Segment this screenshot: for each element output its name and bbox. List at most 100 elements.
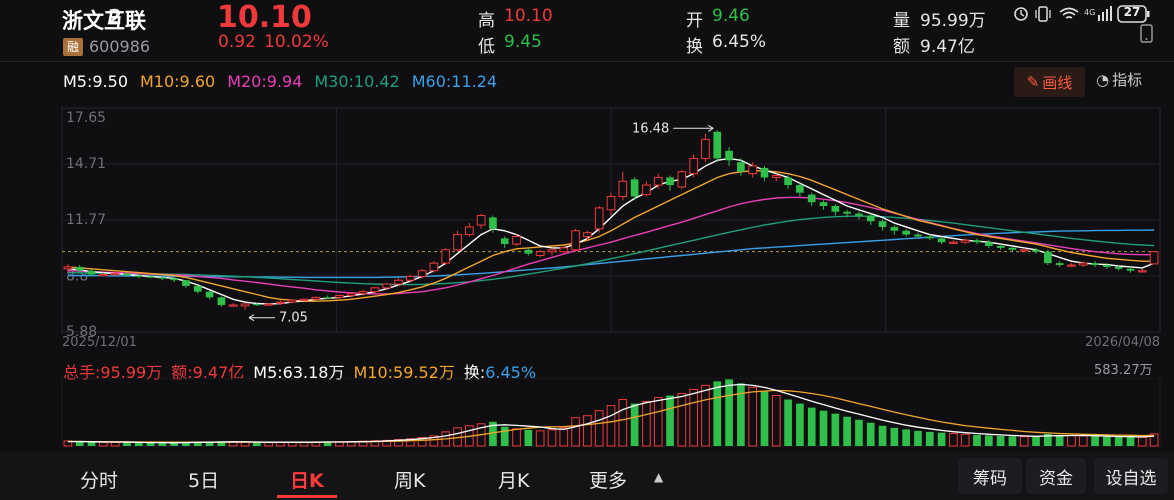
candle-body [653,176,663,186]
volume-bar [583,415,592,447]
volume-value: 95.99万 [920,11,986,31]
candle-body [594,207,604,230]
candle-body [217,297,226,305]
candle-body [240,303,250,307]
candle-body [429,262,439,272]
indicator-button[interactable]: ◔ 指标 [1096,69,1142,90]
kline-chart[interactable]: 17.6514.7111.778.85.8816.487.052025/12/0… [0,100,1174,350]
volume-bar [123,442,131,446]
volume-bar [630,403,639,446]
svg-text:4G: 4G [1084,8,1095,17]
open-label: 开 [686,11,703,31]
candle-body [287,299,297,303]
y-tick-label: 11.77 [66,212,106,228]
candle-body [228,304,238,307]
candle-body [193,285,202,292]
turnover-value: 6.45% [712,32,767,52]
candle-body [866,215,875,222]
candle-body [1019,249,1029,252]
candle-body [110,273,120,276]
volume-bar [653,397,663,447]
tab-monthly-k[interactable]: 月K [498,466,529,493]
candle-body [666,177,674,186]
candle-body [453,234,462,251]
volume-bar [1067,434,1076,447]
volume-bar [1008,436,1017,446]
ma30-legend: M30:10.42 [314,72,400,91]
candle-body [984,242,993,246]
candle-body [831,206,840,212]
volume-bar [984,435,993,446]
stock-kline-screen: 浙文互联 2 融 600986 10.10 0.92 10.02% 高 10.1… [0,0,1174,500]
volume-bar [937,432,946,446]
volume-bar [878,425,887,446]
candle-body [323,297,332,299]
amount-value: 9.47亿 [920,37,975,57]
candle-body [819,202,828,207]
candle-body [996,245,1005,248]
status-icons: 4G [1014,5,1150,23]
candle-body [606,195,616,211]
candle-body [1044,251,1052,264]
candle-body [382,283,392,289]
candle-body [1091,263,1099,266]
tab-more[interactable]: 更多 [589,466,627,493]
ma10-legend: M10:9.60 [140,72,216,91]
candle-body [205,291,214,298]
candle-body [417,270,427,277]
volume-bar [925,431,934,446]
candle-body [618,180,628,197]
candle-body [476,215,486,226]
candle-body [571,230,580,251]
volume-chart[interactable] [0,378,1174,448]
volume-bar [807,407,816,446]
candle-body [182,280,190,286]
candle-body [535,251,545,256]
candle-body [748,165,758,175]
candle-body [713,131,722,159]
candle-body [583,232,592,237]
high-label: 高 [478,11,495,31]
phone-portrait-icon[interactable] [1138,24,1156,44]
candle-body [134,275,143,277]
candle-body [796,185,804,193]
tab-weekly-k[interactable]: 周K [394,466,425,493]
tab-intraday[interactable]: 分时 [80,466,118,493]
volume-bar [784,399,792,446]
candle-body [63,266,73,270]
chips-button[interactable]: 筹码 [958,458,1022,494]
candle-body [949,241,958,244]
max-price-annotation: 16.48 [632,121,669,136]
candle-body [784,177,792,186]
candle-body [500,238,509,245]
low-value: 9.45 [504,32,542,52]
add-watchlist-button[interactable]: 设自选 [1094,458,1168,494]
funds-button[interactable]: 资金 [1026,458,1086,494]
candle-body [1137,270,1147,273]
ma-legend: M5:9.50 M10:9.60 M20:9.94 M30:10.42 M60:… [63,72,497,91]
price-change-pct: 10.02% [264,32,329,52]
volume-bar [902,429,910,446]
start-date-label: 2025/12/01 [62,335,137,350]
candle-body [75,266,84,271]
candle-body [547,249,557,253]
candle-body [123,273,131,276]
alarm-icon [1014,7,1028,21]
tab-5day[interactable]: 5日 [188,466,219,493]
draw-line-button[interactable]: ✎ 画线 [1014,67,1085,97]
tab-daily-k[interactable]: 日K [290,466,324,493]
candle-body [358,291,368,295]
volume-bar [87,441,96,446]
candle-body [878,221,887,227]
volume-bar [996,435,1005,446]
candle-body [252,304,261,306]
candle-body [1032,249,1040,252]
volume-bar [559,427,569,447]
indicator-label: 指标 [1112,71,1143,89]
volume-bar [949,432,958,447]
volume-bar [512,428,521,447]
candle-body [914,234,922,237]
candle-body [642,184,651,196]
stock-name: 浙文互联 [62,9,146,33]
volume-bar [1091,436,1099,446]
